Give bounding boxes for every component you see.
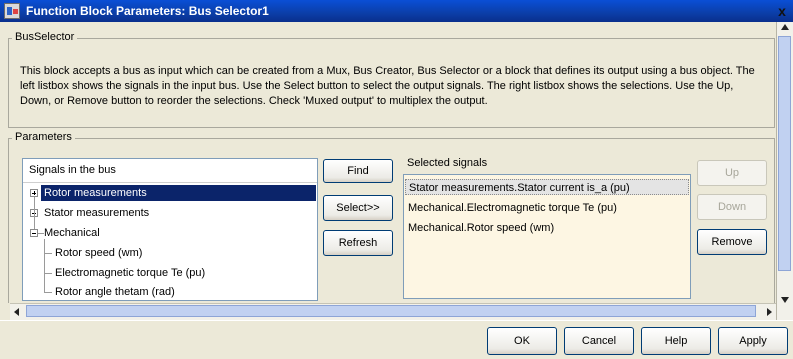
tree-item-rotor-angle[interactable]: Rotor angle thetam (rad) <box>55 284 175 300</box>
tree-item-rotor-speed[interactable]: Rotor speed (wm) <box>55 245 142 261</box>
signals-in-bus-listbox[interactable]: Signals in the bus Rotor measurements St… <box>22 158 318 301</box>
expand-rotor-icon[interactable] <box>30 189 38 197</box>
scroll-up-arrow-icon[interactable] <box>781 24 789 30</box>
selected-signal-item[interactable]: Mechanical.Electromagnetic torque Te (pu… <box>408 200 617 216</box>
tree-connector <box>44 292 52 293</box>
ok-button[interactable]: OK <box>487 327 557 355</box>
tree-connector <box>34 197 35 229</box>
down-button[interactable]: Down <box>697 194 767 220</box>
simulink-block-icon <box>4 3 20 19</box>
horizontal-scroll-thumb[interactable] <box>26 305 756 317</box>
tree-item-rotor-measurements[interactable]: Rotor measurements <box>41 185 316 201</box>
block-description: This block accepts a bus as input which … <box>20 65 755 107</box>
collapse-mechanical-icon[interactable] <box>30 229 38 237</box>
parameters-group-label: Parameters <box>12 131 75 143</box>
find-button[interactable]: Find <box>323 159 393 183</box>
help-button[interactable]: Help <box>641 327 711 355</box>
tree-connector <box>44 253 52 254</box>
tree-item-electromagnetic-torque[interactable]: Electromagnetic torque Te (pu) <box>55 265 205 281</box>
select-button[interactable]: Select>> <box>323 195 393 221</box>
refresh-button[interactable]: Refresh <box>323 230 393 256</box>
scroll-down-arrow-icon[interactable] <box>781 297 789 303</box>
up-button[interactable]: Up <box>697 160 767 186</box>
tree-item-mechanical[interactable]: Mechanical <box>44 225 100 241</box>
remove-button[interactable]: Remove <box>697 229 767 255</box>
scroll-right-arrow-icon[interactable] <box>767 308 772 316</box>
horizontal-scrollbar[interactable] <box>10 303 776 320</box>
signals-list-header: Signals in the bus <box>23 159 317 183</box>
selected-signal-item[interactable]: Mechanical.Rotor speed (wm) <box>408 220 554 236</box>
tree-item-stator-measurements[interactable]: Stator measurements <box>44 205 149 221</box>
vertical-scrollbar[interactable] <box>776 22 793 327</box>
apply-button[interactable]: Apply <box>718 327 788 355</box>
title-bar[interactable]: Function Block Parameters: Bus Selector1… <box>0 0 793 22</box>
scroll-left-arrow-icon[interactable] <box>14 308 19 316</box>
close-button[interactable]: x <box>773 2 791 20</box>
tree-connector <box>44 273 52 274</box>
cancel-button[interactable]: Cancel <box>564 327 634 355</box>
window-title: Function Block Parameters: Bus Selector1 <box>26 4 269 18</box>
selected-signals-label: Selected signals <box>407 157 488 169</box>
vertical-scroll-thumb[interactable] <box>778 36 791 271</box>
dialog-button-bar: OK Cancel Help Apply <box>0 320 793 359</box>
busselector-group-label: BusSelector <box>12 31 78 43</box>
selected-signal-item[interactable]: Stator measurements.Stator current is_a … <box>405 179 689 195</box>
selected-signals-listbox[interactable]: Stator measurements.Stator current is_a … <box>403 174 691 299</box>
tree-connector <box>44 239 45 293</box>
